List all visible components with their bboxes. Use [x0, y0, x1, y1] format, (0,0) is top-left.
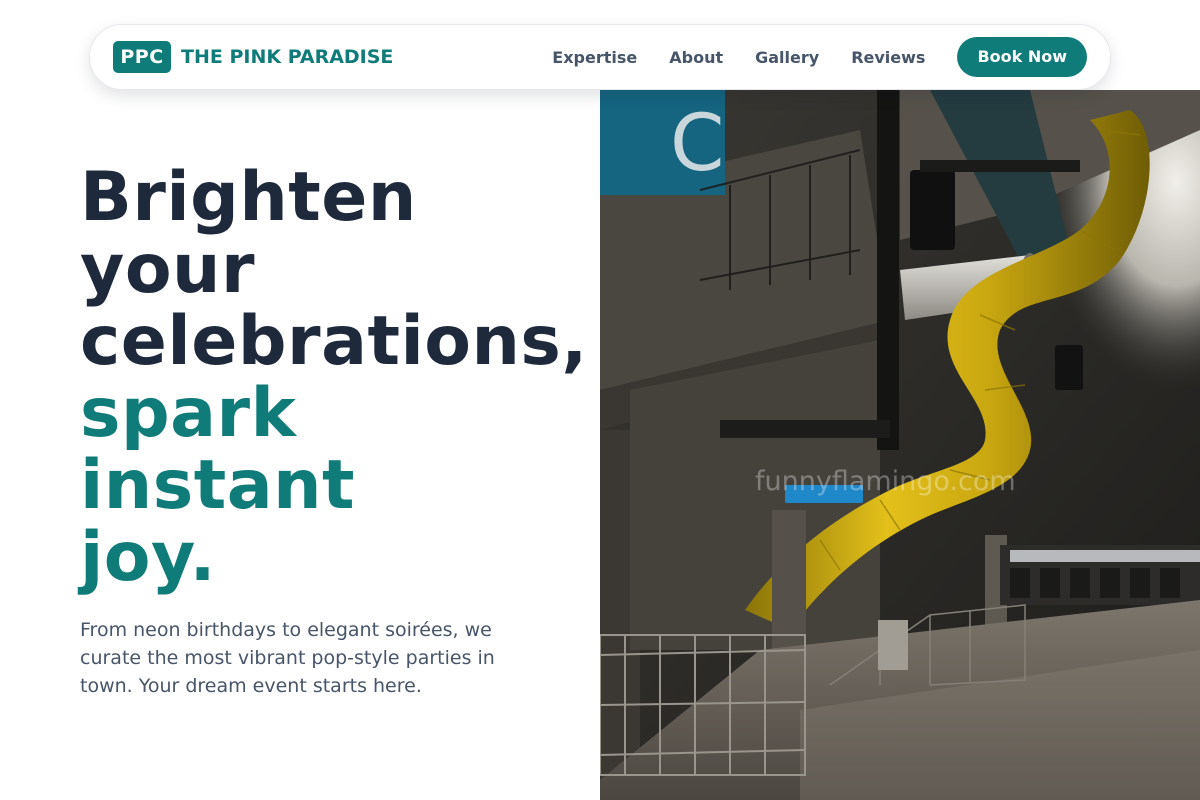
nav-links: Expertise About Gallery Reviews Book Now [552, 37, 1087, 77]
book-now-button[interactable]: Book Now [957, 37, 1087, 77]
headline-line: Brighten [80, 158, 417, 237]
headline-line: your [80, 230, 255, 309]
headline-accent-line: instant [80, 446, 356, 525]
nav-link-gallery[interactable]: Gallery [755, 48, 819, 67]
image-watermark: funnyflamingo.com [755, 466, 1016, 497]
hero-subtext: From neon birthdays to elegant soirées, … [80, 619, 495, 697]
nav-link-about[interactable]: About [669, 48, 723, 67]
brand-logo[interactable]: PPC THE PINK PARADISE [113, 41, 393, 73]
headline-line: celebrations, [80, 302, 588, 381]
nav-link-expertise[interactable]: Expertise [552, 48, 637, 67]
nav-link-reviews[interactable]: Reviews [851, 48, 925, 67]
logo-badge: PPC [113, 41, 171, 73]
headline-accent-line: joy. [80, 518, 216, 597]
hero-headline: Brighten your celebrations, spark instan… [80, 162, 588, 594]
landing-page: C funnyflamingo.com PPC THE PINK PARADIS… [0, 0, 1200, 800]
headline-accent-line: spark [80, 374, 297, 453]
top-navbar: PPC THE PINK PARADISE Expertise About Ga… [89, 24, 1111, 90]
brand-name: THE PINK PARADISE [181, 46, 394, 68]
sign-letter: C [670, 99, 724, 189]
hero-image: C funnyflamingo.com [600, 90, 1200, 800]
parking-garage-slide-photo: C [600, 90, 1200, 800]
